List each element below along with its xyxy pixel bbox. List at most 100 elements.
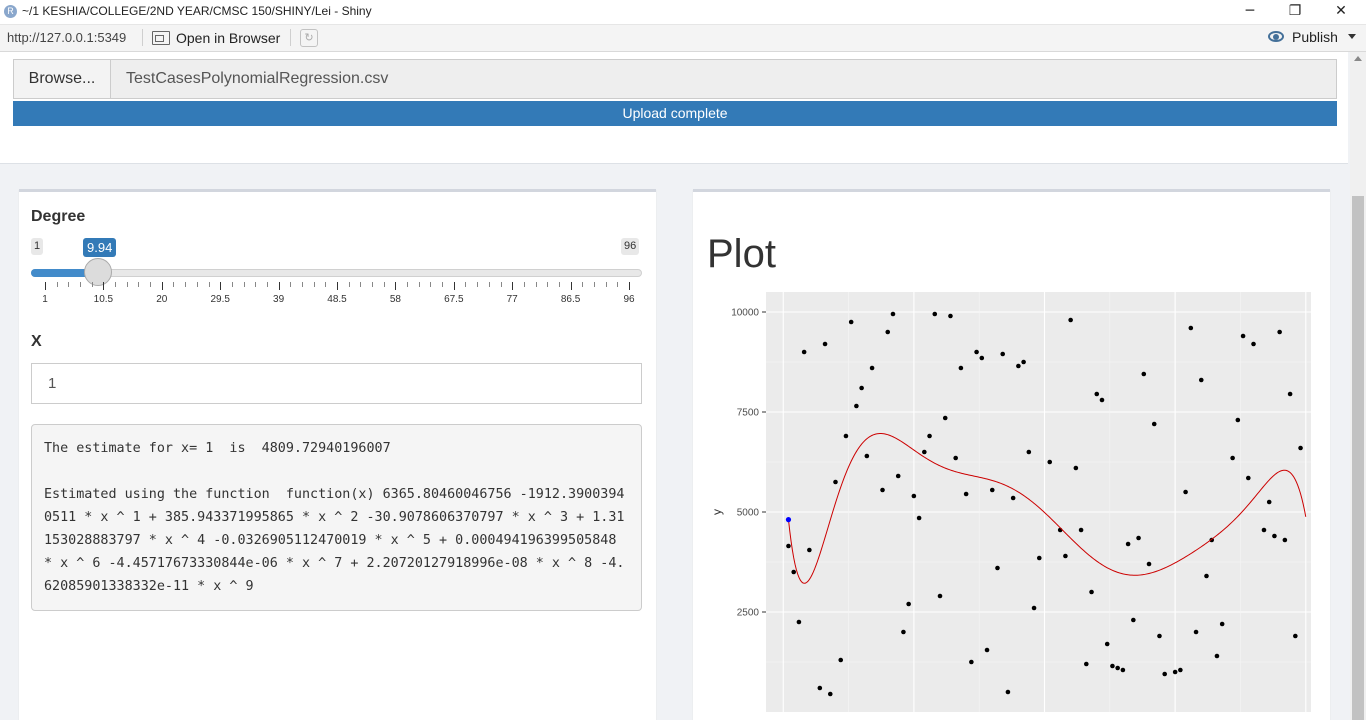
slider-tick-label: 77 (506, 294, 518, 305)
data-point (843, 433, 849, 439)
data-point (1031, 605, 1037, 611)
slider-minor-tick (465, 282, 467, 287)
slider-major-tick (45, 282, 46, 290)
data-point (1298, 445, 1303, 451)
slider-minor-tick (430, 282, 432, 287)
function-line: Estimated using the function function(x)… (44, 487, 625, 594)
data-point (1266, 499, 1272, 505)
slider-minor-tick (173, 282, 175, 287)
slider-minor-tick (266, 282, 268, 287)
data-point (1287, 391, 1293, 397)
slider-minor-tick (138, 282, 140, 287)
data-point (869, 365, 875, 371)
data-point (963, 491, 969, 497)
slider-minor-tick (500, 282, 502, 287)
data-point (1078, 527, 1084, 533)
data-point (1131, 617, 1136, 623)
slider-minor-tick (348, 282, 350, 287)
data-point (1010, 495, 1016, 501)
estimate-line: The estimate for x= 1 is 4809.7294019600… (44, 441, 391, 456)
plot-panel-background (766, 292, 1311, 712)
data-point (995, 565, 1000, 571)
data-point (906, 601, 911, 607)
scroll-up-arrow-icon[interactable] (1354, 56, 1362, 61)
data-point (1219, 621, 1225, 627)
data-point (1245, 475, 1251, 481)
data-point (801, 349, 807, 355)
slider-minor-tick (231, 282, 233, 287)
data-point (1146, 561, 1152, 567)
slider-minor-tick (488, 282, 490, 287)
data-point (927, 433, 932, 439)
slider-minor-tick (185, 282, 187, 287)
publish-eye-icon (1268, 30, 1286, 44)
data-point (1047, 459, 1053, 465)
data-point (1277, 329, 1282, 335)
slider-minor-tick (56, 282, 58, 287)
data-point (1188, 325, 1194, 331)
data-point (1125, 541, 1131, 547)
slider-major-tick (453, 282, 455, 290)
data-point (958, 365, 964, 371)
data-point (1115, 665, 1120, 671)
browse-button[interactable]: Browse... (13, 59, 111, 99)
data-point (1214, 653, 1220, 659)
data-point (1293, 633, 1298, 639)
data-point (1026, 449, 1032, 455)
data-point (1198, 377, 1204, 383)
slider-max-label: 96 (621, 238, 640, 255)
data-point (833, 479, 838, 485)
y-tick-label: 7500 (737, 408, 760, 419)
data-point (1162, 671, 1167, 677)
browser-window-icon (152, 31, 170, 45)
slider-minor-tick (418, 282, 420, 287)
scroll-thumb[interactable] (1352, 196, 1364, 720)
x-input[interactable]: 1 (31, 363, 642, 404)
close-button[interactable]: ✕ (1318, 0, 1364, 24)
data-point (1151, 421, 1157, 427)
vertical-scrollbar[interactable] (1350, 52, 1366, 720)
file-name-field[interactable]: TestCasesPolynomialRegression.csv (111, 59, 1337, 99)
publish-dropdown-caret-icon[interactable] (1348, 34, 1356, 39)
degree-slider-track[interactable] (31, 269, 642, 277)
data-point (1141, 371, 1147, 377)
slider-tick-label: 96 (623, 294, 635, 305)
data-point (1120, 667, 1126, 673)
data-point (859, 385, 864, 391)
r-logo-icon: R (4, 5, 17, 18)
data-point (937, 593, 943, 599)
restore-button[interactable]: ❐ (1272, 0, 1318, 24)
slider-min-label: 1 (31, 238, 44, 255)
slider-minor-tick (593, 282, 595, 287)
data-point (791, 569, 796, 575)
slider-major-tick (161, 282, 163, 290)
publish-button[interactable]: Publish (1268, 29, 1338, 45)
data-point (1261, 527, 1267, 533)
data-point (1016, 363, 1021, 369)
slider-tick-label: 10.5 (93, 294, 114, 305)
slider-minor-tick (605, 282, 607, 287)
estimate-point (785, 517, 792, 523)
url-display: http://127.0.0.1:5349 (7, 30, 127, 45)
data-point (864, 453, 870, 459)
shiny-app: Browse... TestCasesPolynomialRegression.… (0, 52, 1350, 720)
data-point (1084, 661, 1089, 667)
slider-major-tick (512, 282, 514, 290)
slider-tick-label: 39 (273, 294, 285, 305)
y-axis-label: y (710, 509, 724, 515)
minimize-button[interactable]: ─ (1227, 0, 1273, 24)
slider-major-tick (278, 282, 280, 290)
slider-minor-tick (80, 282, 82, 287)
estimate-output: The estimate for x= 1 is 4809.7294019600… (31, 424, 642, 611)
data-point (1094, 391, 1100, 397)
data-point (1110, 663, 1115, 669)
open-in-browser-button[interactable]: Open in Browser (152, 28, 280, 48)
refresh-icon[interactable]: ↻ (300, 29, 318, 47)
data-point (1172, 669, 1178, 675)
slider-minor-tick (523, 282, 525, 287)
viewer-toolbar: http://127.0.0.1:5349 Open in Browser ↻ … (0, 25, 1366, 52)
slider-major-tick (570, 282, 572, 290)
upload-panel: Browse... TestCasesPolynomialRegression.… (0, 52, 1348, 164)
degree-slider-handle[interactable] (84, 258, 112, 286)
data-point (1282, 537, 1288, 543)
